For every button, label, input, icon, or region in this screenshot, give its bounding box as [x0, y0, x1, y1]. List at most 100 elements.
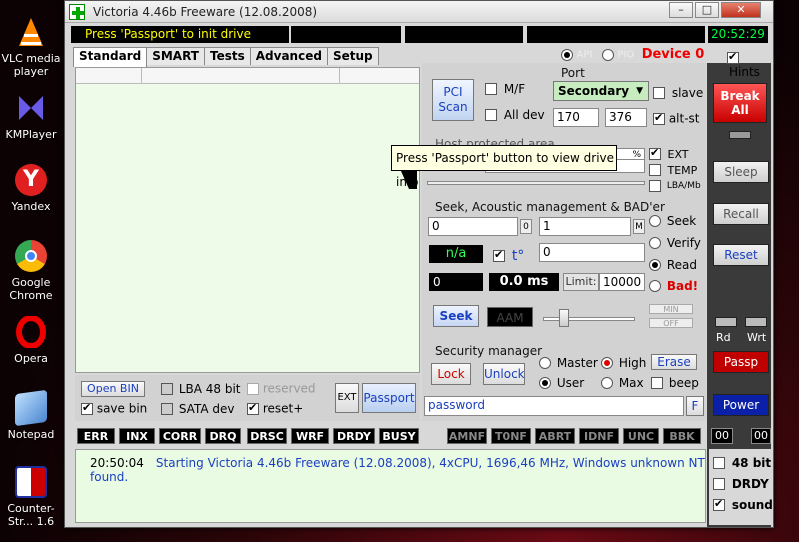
desktop-icon-notepad[interactable]: Notepad [0, 389, 62, 441]
port-address-1[interactable]: 170 [553, 108, 599, 127]
port-select[interactable]: Secondary ▼ [553, 81, 649, 101]
api-radio[interactable] [561, 49, 573, 61]
pio-radio[interactable] [601, 49, 614, 61]
bit48-checkbox[interactable] [713, 456, 725, 469]
hpa-temp-checkbox[interactable] [649, 164, 661, 176]
mode-seek-radio[interactable] [649, 214, 661, 227]
seek-end-suffix[interactable]: M [633, 219, 645, 234]
mf-option[interactable]: M/F [485, 81, 525, 96]
maximize-button[interactable]: □ [695, 2, 719, 18]
drdy-checkbox[interactable] [713, 477, 725, 490]
tab-advanced[interactable]: Advanced [249, 47, 328, 65]
hints-option[interactable]: Hints [727, 50, 773, 79]
seek-end-field[interactable]: 1 [539, 217, 631, 236]
temp-option[interactable]: t° [493, 248, 524, 264]
hpa-slider[interactable] [427, 181, 645, 185]
hints-checkbox[interactable] [727, 50, 739, 64]
drive-list-col-1[interactable] [76, 68, 142, 84]
alt-st-option[interactable]: alt-st [653, 111, 700, 126]
desktop-icon-chrome[interactable]: Google Chrome [0, 240, 62, 302]
bit48-option[interactable]: 48 bit [713, 455, 771, 470]
pci-scan-button[interactable]: PCI Scan [432, 79, 474, 121]
password-field[interactable]: password [424, 396, 684, 416]
temp-checkbox[interactable] [493, 248, 505, 262]
hpa-lbamb-checkbox[interactable] [649, 179, 661, 192]
seek-start-suffix[interactable]: 0 [520, 219, 532, 234]
port-address-2[interactable]: 376 [605, 108, 647, 127]
tab-standard[interactable]: Standard [73, 47, 148, 67]
sleep-button[interactable]: Sleep [713, 161, 769, 183]
slave-checkbox[interactable] [653, 86, 665, 99]
drdy-option[interactable]: DRDY [713, 476, 769, 491]
reset-plus-checkbox[interactable] [247, 401, 259, 415]
aam-slider-thumb[interactable] [559, 309, 569, 327]
save-bin-checkbox[interactable] [81, 401, 93, 415]
hpa-lbamb-option[interactable]: LBA/Mb [649, 178, 701, 192]
user-option[interactable]: User [539, 375, 584, 390]
hpa-ext-checkbox[interactable] [649, 146, 661, 160]
drive-list-col-3[interactable] [340, 68, 416, 84]
desktop-icon-yandex[interactable]: Y Yandex [0, 164, 62, 213]
desktop-icon-kmplayer[interactable]: KMPlayer [0, 92, 62, 141]
mode-verify-option[interactable]: Verify [649, 235, 701, 250]
minimize-button[interactable]: – [669, 2, 693, 18]
lba48-option[interactable]: LBA 48 bit [161, 381, 241, 396]
alt-st-checkbox[interactable] [653, 111, 665, 125]
mode-read-option[interactable]: Read [649, 257, 697, 272]
master-option[interactable]: Master [539, 355, 598, 370]
erase-button[interactable]: Erase [651, 354, 697, 370]
mode-verify-radio[interactable] [649, 236, 661, 249]
seek-start-field[interactable]: 0 [428, 217, 518, 236]
mode-seek-option[interactable]: Seek [649, 213, 696, 228]
desktop-icon-vlc[interactable]: VLC media player [0, 16, 62, 78]
tab-tests[interactable]: Tests [203, 47, 251, 65]
hpa-temp-option[interactable]: TEMP [649, 163, 697, 177]
beep-option[interactable]: beep [651, 375, 699, 390]
recall-button[interactable]: Recall [713, 203, 769, 225]
all-dev-checkbox[interactable] [485, 108, 497, 121]
desktop-icon-opera[interactable]: Opera [0, 315, 62, 365]
mode-bad-option[interactable]: Bad! [649, 278, 698, 293]
log-area[interactable]: 20:50:04 Starting Victoria 4.46b Freeware… [75, 449, 706, 523]
all-dev-option[interactable]: All dev [485, 107, 545, 122]
password-f-button[interactable]: F [686, 396, 704, 416]
sata-dev-option[interactable]: SATA dev [161, 401, 234, 416]
max-option[interactable]: Max [601, 375, 644, 390]
beep-checkbox[interactable] [651, 376, 663, 389]
high-option[interactable]: High [601, 355, 646, 370]
lba48-checkbox[interactable] [161, 382, 173, 395]
slave-option[interactable]: slave [653, 85, 703, 100]
drive-list-col-2[interactable] [142, 68, 340, 84]
unlock-button[interactable]: Unlock [483, 363, 525, 385]
power-button[interactable]: Power [713, 394, 769, 416]
tab-smart[interactable]: SMART [146, 47, 205, 65]
save-bin-option[interactable]: save bin [81, 401, 147, 416]
mf-checkbox[interactable] [485, 82, 497, 95]
passp-button[interactable]: Passp [713, 351, 769, 373]
aam-min-button[interactable]: MIN [649, 304, 693, 314]
sata-dev-checkbox[interactable] [161, 402, 173, 415]
aam-slider-track[interactable] [543, 317, 635, 321]
user-radio[interactable] [539, 376, 551, 389]
mode-read-radio[interactable] [649, 258, 661, 271]
reset-plus-option[interactable]: reset+ [247, 401, 303, 416]
desktop-icon-counter-strike[interactable]: Counter-Str... 1.6 [0, 466, 62, 528]
mode-bad-radio[interactable] [649, 279, 661, 292]
title-bar[interactable]: Victoria 4.46b Freeware (12.08.2008) – □… [65, 1, 773, 23]
high-radio[interactable] [601, 356, 613, 369]
sound-checkbox[interactable] [713, 497, 725, 511]
passport-button[interactable]: Passport [362, 383, 416, 413]
sound-option[interactable]: sound [713, 497, 773, 512]
seek-button[interactable]: Seek [433, 305, 479, 327]
open-bin-button[interactable]: Open BIN [81, 381, 145, 397]
ext-button[interactable]: EXT [335, 383, 359, 413]
break-all-button[interactable]: Break All [713, 83, 767, 123]
max-radio[interactable] [601, 376, 613, 389]
tab-setup[interactable]: Setup [326, 47, 379, 65]
temp-value-field[interactable]: 0 [539, 243, 645, 262]
limit-field[interactable]: 10000 [599, 273, 645, 291]
drive-list[interactable] [75, 67, 420, 373]
close-button[interactable]: ✕ [721, 2, 761, 18]
aam-off-button[interactable]: OFF [649, 318, 693, 328]
master-radio[interactable] [539, 356, 551, 369]
